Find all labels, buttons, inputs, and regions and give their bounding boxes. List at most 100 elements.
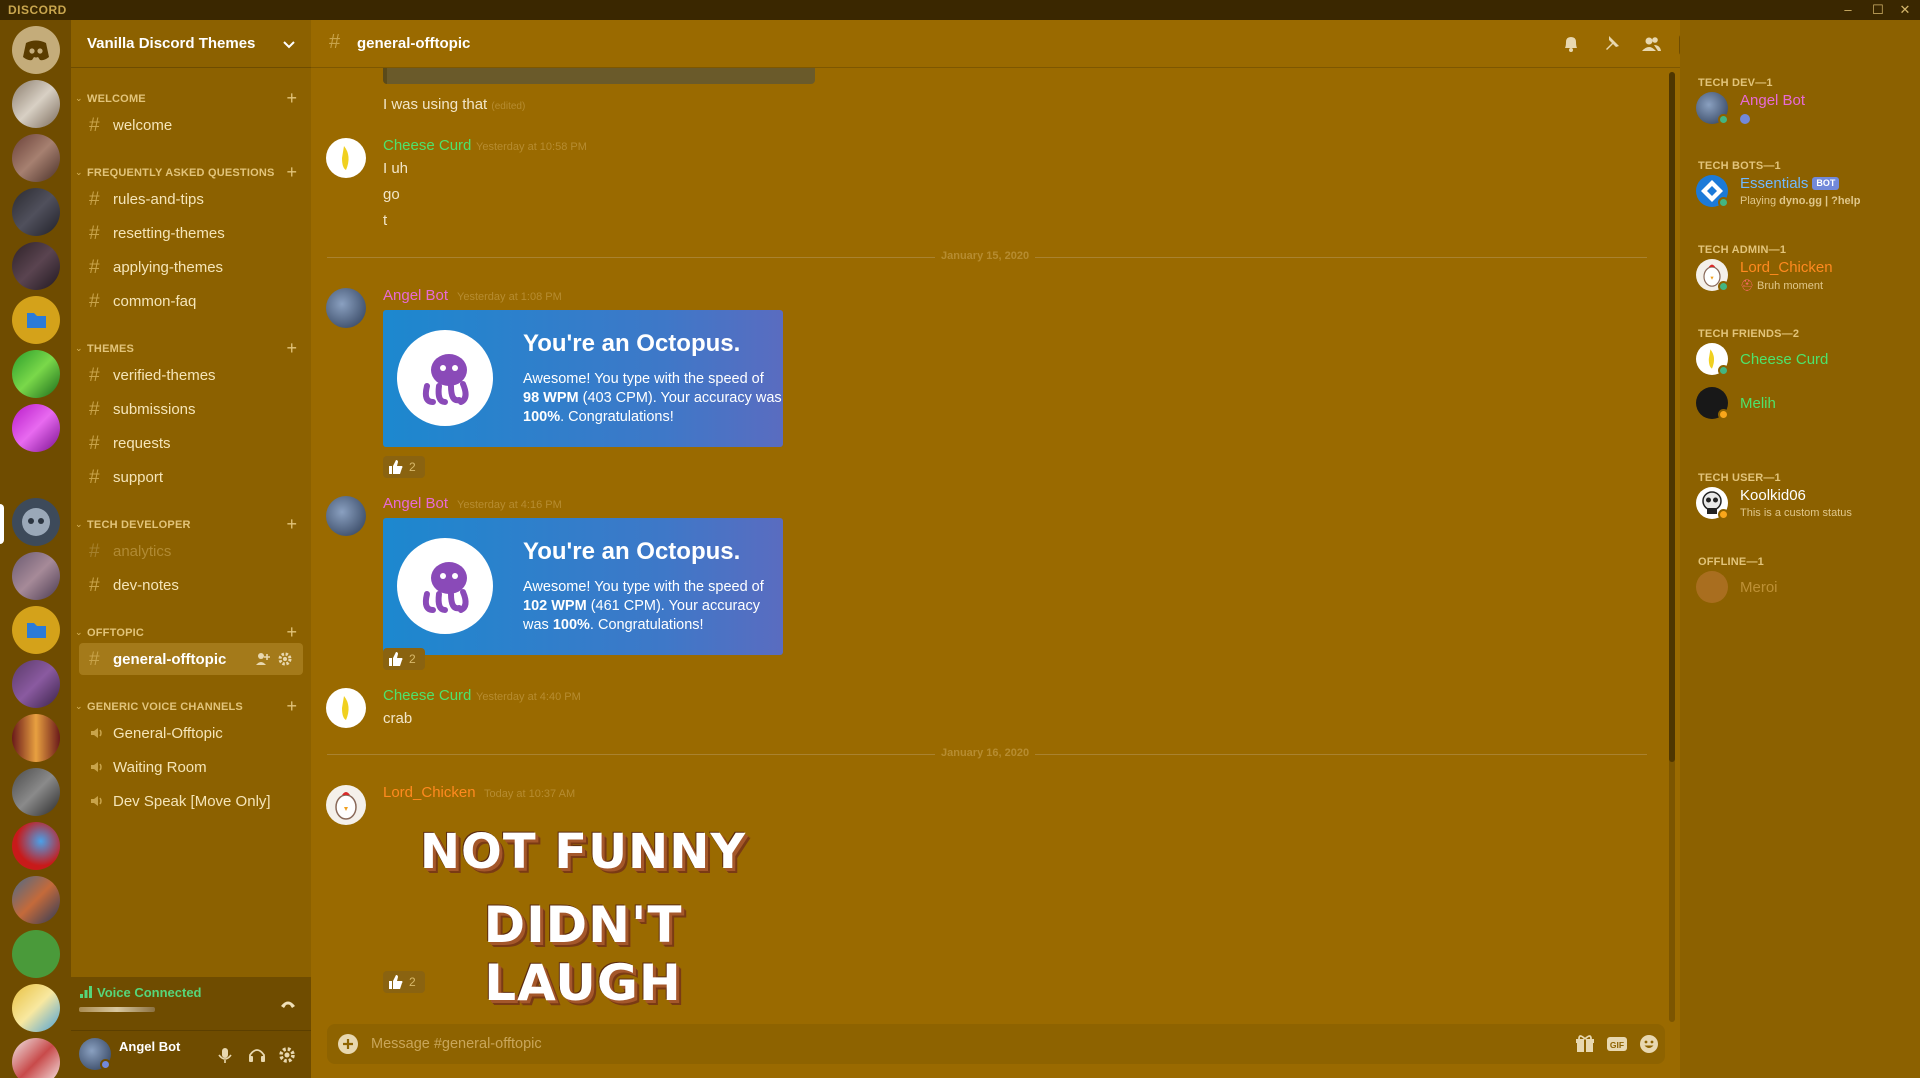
server-folder-icon[interactable] — [12, 606, 60, 654]
member-koolkid06[interactable]: Koolkid06 This is a custom status — [1696, 483, 1912, 523]
member-cheese-curd[interactable]: Cheese Curd — [1696, 339, 1912, 379]
message-author[interactable]: Lord_Chicken — [383, 784, 476, 801]
channel-verified-themes[interactable]: # verified-themes — [79, 359, 303, 391]
scrollbar-thumb[interactable] — [1669, 72, 1675, 762]
reaction-thumbs-up[interactable]: 2 — [383, 456, 425, 478]
channel-analytics[interactable]: # analytics — [79, 535, 303, 567]
channel-welcome[interactable]: # welcome — [79, 109, 303, 141]
thumbs-up-icon — [389, 460, 403, 474]
channel-dev-notes[interactable]: # dev-notes — [79, 569, 303, 601]
bell-icon[interactable] — [1560, 33, 1582, 55]
member-melih[interactable]: Melih — [1696, 383, 1912, 423]
reaction-thumbs-up[interactable]: 2 — [383, 971, 425, 993]
server-header[interactable]: Vanilla Discord Themes — [71, 20, 311, 68]
channel-general-offtopic[interactable]: # general-offtopic — [79, 643, 303, 675]
home-button[interactable] — [12, 26, 60, 74]
message-author[interactable]: Angel Bot — [383, 287, 448, 304]
member-lord-chicken[interactable]: Lord_Chicken ⛑ Bruh moment — [1696, 255, 1912, 295]
headphones-icon[interactable] — [247, 1045, 267, 1065]
voice-channel-dev-speak[interactable]: Dev Speak [Move Only] — [79, 785, 303, 817]
category-welcome[interactable]: ⌄ WELCOME + — [71, 88, 311, 109]
message-input[interactable] — [371, 1035, 1521, 1053]
add-member-icon[interactable] — [255, 651, 271, 667]
server-icon[interactable] — [12, 404, 60, 452]
image-embed[interactable]: You're an Octopus. Awesome! You type wit… — [383, 518, 783, 655]
plus-icon[interactable]: + — [286, 162, 297, 183]
member-angel-bot[interactable]: Angel Bot — [1696, 88, 1912, 128]
category-tech-developer[interactable]: ⌄ TECH DEVELOPER + — [71, 514, 311, 535]
channel-name: analytics — [113, 543, 172, 560]
server-icon[interactable] — [12, 350, 60, 398]
gear-icon[interactable] — [277, 651, 293, 667]
voice-status[interactable]: Voice Connected — [97, 985, 202, 1000]
avatar[interactable] — [326, 688, 366, 728]
pin-icon[interactable] — [1600, 33, 1622, 55]
member-meroi[interactable]: Meroi — [1696, 567, 1912, 607]
chevron-down-icon: ⌄ — [75, 167, 83, 177]
server-icon-active[interactable] — [12, 498, 60, 546]
gif-icon[interactable]: GIF — [1606, 1033, 1628, 1055]
plus-icon[interactable]: + — [286, 622, 297, 643]
chat-scrollbar[interactable] — [1669, 72, 1675, 1022]
member-essentials[interactable]: Essentials BOT Playing dyno.gg | ?help — [1696, 171, 1912, 211]
message-author[interactable]: Cheese Curd — [383, 687, 471, 704]
channel-resetting-themes[interactable]: # resetting-themes — [79, 217, 303, 249]
server-icon[interactable] — [12, 134, 60, 182]
message-author[interactable]: Angel Bot — [383, 495, 448, 512]
server-icon[interactable] — [12, 660, 60, 708]
avatar[interactable] — [326, 288, 366, 328]
speaker-icon — [91, 796, 102, 806]
meme-image[interactable]: NOT FUNNY DIDN'T LAUGH — [383, 808, 783, 1012]
channel-submissions[interactable]: # submissions — [79, 393, 303, 425]
server-icon[interactable] — [12, 1038, 60, 1078]
server-icon[interactable] — [12, 768, 60, 816]
status-indicator — [1718, 365, 1729, 376]
server-icon[interactable] — [12, 242, 60, 290]
category-generic-voice[interactable]: ⌄ GENERIC VOICE CHANNELS + — [71, 696, 311, 717]
avatar[interactable] — [326, 138, 366, 178]
voice-channel-waiting-room[interactable]: Waiting Room — [79, 751, 303, 783]
minimize-button[interactable]: – — [1836, 1, 1860, 19]
server-icon[interactable] — [12, 822, 60, 870]
server-icon[interactable] — [12, 984, 60, 1032]
disconnect-icon[interactable] — [277, 991, 299, 1013]
members-icon[interactable] — [1640, 33, 1662, 55]
upload-plus-icon[interactable] — [337, 1033, 359, 1055]
voice-channel-general-offtopic[interactable]: General-Offtopic — [79, 717, 303, 749]
chevron-down-icon: ⌄ — [75, 701, 83, 711]
mic-icon[interactable] — [215, 1045, 235, 1065]
server-icon[interactable] — [12, 80, 60, 128]
image-embed[interactable]: You're an Octopus. Awesome! You type wit… — [383, 310, 783, 447]
plus-icon[interactable]: + — [286, 514, 297, 535]
avatar[interactable] — [326, 785, 366, 825]
server-icon[interactable] — [12, 188, 60, 236]
message-author[interactable]: Cheese Curd — [383, 137, 471, 154]
server-icon[interactable] — [12, 552, 60, 600]
chat-header: # general-offtopic ? — [311, 20, 1901, 68]
channel-applying-themes[interactable]: # applying-themes — [79, 251, 303, 283]
maximize-button[interactable]: ☐ — [1866, 1, 1890, 19]
server-icon[interactable] — [12, 930, 60, 978]
status-indicator — [1718, 281, 1729, 292]
plus-icon[interactable]: + — [286, 88, 297, 109]
channel-support[interactable]: # support — [79, 461, 303, 493]
server-icon[interactable] — [12, 876, 60, 924]
channel-requests[interactable]: # requests — [79, 427, 303, 459]
server-icon[interactable] — [12, 714, 60, 762]
reaction-thumbs-up[interactable]: 2 — [383, 648, 425, 670]
plus-icon[interactable]: + — [286, 338, 297, 359]
gift-icon[interactable] — [1574, 1033, 1596, 1055]
gear-icon[interactable] — [277, 1045, 297, 1065]
hash-icon: # — [89, 291, 100, 312]
embed-description: Awesome! You type with the speed of 98 W… — [523, 371, 782, 425]
category-faq[interactable]: ⌄ FREQUENTLY ASKED QUESTIONS + — [71, 162, 311, 183]
close-window-button[interactable]: ✕ — [1893, 1, 1917, 19]
emoji-icon[interactable] — [1638, 1033, 1660, 1055]
plus-icon[interactable]: + — [286, 696, 297, 717]
channel-common-faq[interactable]: # common-faq — [79, 285, 303, 317]
channel-rules-and-tips[interactable]: # rules-and-tips — [79, 183, 303, 215]
category-themes[interactable]: ⌄ THEMES + — [71, 338, 311, 359]
avatar[interactable] — [326, 496, 366, 536]
server-folder-icon[interactable] — [12, 296, 60, 344]
category-offtopic[interactable]: ⌄ OFFTOPIC + — [71, 622, 311, 643]
